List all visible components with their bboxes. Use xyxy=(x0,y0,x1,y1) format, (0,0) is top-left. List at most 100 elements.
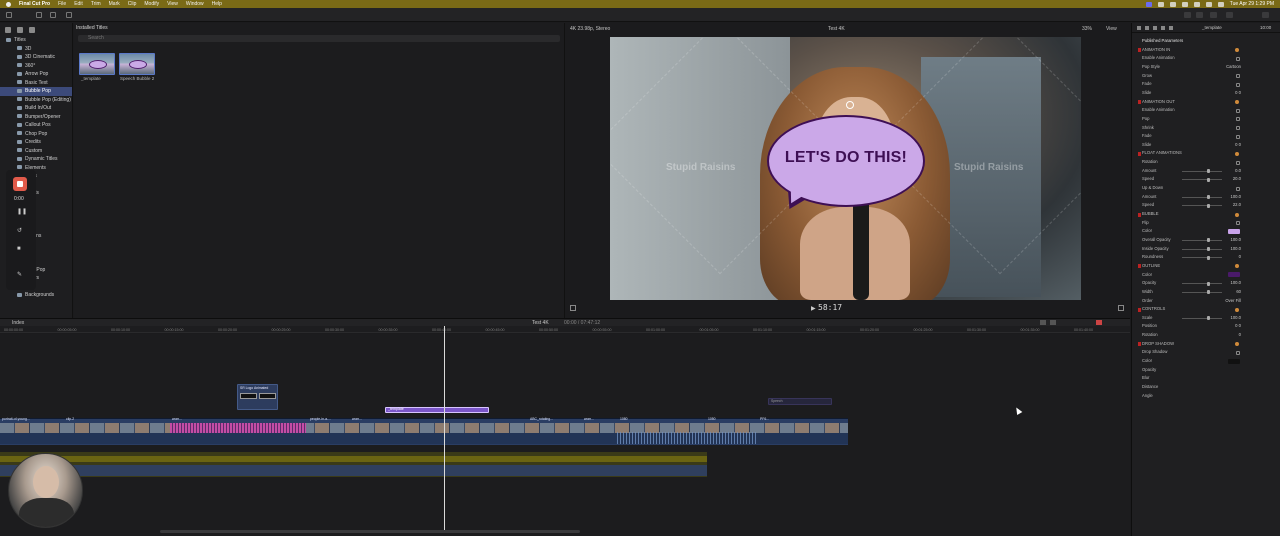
parameter-value[interactable]: 60 xyxy=(1236,288,1241,297)
tree-item[interactable]: Backgrounds xyxy=(0,291,72,300)
timeline-ruler[interactable]: 00:00:00:00 00:00:05:00 00:00:10:00 00:00:1… xyxy=(0,326,1130,333)
parameter-checkbox[interactable] xyxy=(1236,350,1240,355)
playhead[interactable] xyxy=(444,326,445,531)
title-thumbnail-template[interactable] xyxy=(79,53,115,75)
browser-toggle-icon[interactable] xyxy=(1184,12,1191,18)
parameter-value[interactable]: 0 xyxy=(1239,331,1241,340)
parameter-checkbox[interactable] xyxy=(1236,160,1240,165)
fullscreen-icon[interactable] xyxy=(1118,305,1124,311)
menu-file[interactable]: File xyxy=(58,1,66,7)
tree-item[interactable]: Titles xyxy=(0,36,72,45)
timeline-toggle-icon[interactable] xyxy=(1196,12,1203,18)
menu-help[interactable]: Help xyxy=(212,1,222,7)
parameter-slider[interactable] xyxy=(1182,255,1222,260)
pause-icon[interactable]: ❚❚ xyxy=(17,208,27,215)
parameter-value[interactable]: 100.0 xyxy=(1231,279,1241,288)
reset-icon[interactable] xyxy=(1235,100,1239,105)
menu-edit[interactable]: Edit xyxy=(74,1,83,7)
title-connected-clip[interactable]: _template xyxy=(385,407,489,413)
video-frame[interactable]: Stupid Raisins Stupid Raisins LET'S DO T… xyxy=(610,37,1081,300)
reset-icon[interactable] xyxy=(1235,48,1239,53)
parameter-checkbox[interactable] xyxy=(1236,56,1240,61)
view-menu[interactable]: View xyxy=(1106,23,1117,35)
reset-icon[interactable] xyxy=(1235,342,1239,347)
parameter-checkbox[interactable] xyxy=(1236,82,1240,87)
parameter-value[interactable]: 0 xyxy=(1239,253,1241,262)
menu-clip[interactable]: Clip xyxy=(128,1,137,7)
draw-icon[interactable]: ✎ xyxy=(17,271,23,278)
tree-item[interactable]: 360° xyxy=(0,62,72,71)
screen-record-icon[interactable] xyxy=(1145,1,1152,7)
tree-item[interactable]: 3D xyxy=(0,45,72,54)
status-icon-2[interactable] xyxy=(1169,1,1176,7)
parameter-slider[interactable] xyxy=(1182,203,1222,208)
parameter-checkbox[interactable] xyxy=(1236,117,1240,122)
zoom-menu[interactable]: 33% xyxy=(1082,23,1092,35)
info-inspector-icon[interactable] xyxy=(1153,26,1157,30)
parameter-value[interactable]: 0.0 xyxy=(1235,167,1241,176)
color-swatch[interactable] xyxy=(1228,272,1240,278)
background-tasks-icon[interactable] xyxy=(66,12,72,18)
parameter-checkbox[interactable] xyxy=(1236,134,1240,139)
adjust-icon[interactable] xyxy=(1226,12,1233,18)
transform-handle[interactable] xyxy=(846,101,854,109)
speech-bubble-title[interactable]: LET'S DO THIS! xyxy=(767,115,925,216)
parameter-slider[interactable] xyxy=(1182,169,1222,174)
title-thumbnail-speech-bubble[interactable] xyxy=(119,53,155,75)
parameter-slider[interactable] xyxy=(1182,281,1222,286)
share-icon[interactable] xyxy=(1262,12,1269,18)
key-icon[interactable] xyxy=(36,12,42,18)
music-track[interactable] xyxy=(0,452,707,477)
inspector-toggle-icon[interactable] xyxy=(1210,12,1217,18)
tree-item[interactable]: Arrow Pop xyxy=(0,70,72,79)
skimming-icon[interactable] xyxy=(1096,320,1102,325)
logo-connected-clip[interactable]: SR Logo Animated xyxy=(237,384,278,410)
parameter-value[interactable]: 0 0 xyxy=(1235,141,1241,150)
parameter-slider[interactable] xyxy=(1182,177,1222,182)
restart-icon[interactable]: ↺ xyxy=(17,227,23,234)
reset-icon[interactable] xyxy=(1235,212,1239,217)
trash-icon[interactable]: ■ xyxy=(17,246,23,252)
zoom-icon[interactable] xyxy=(1050,320,1056,325)
reset-icon[interactable] xyxy=(1235,307,1239,312)
parameter-checkbox[interactable] xyxy=(1236,74,1240,79)
timeline-scrollbar[interactable] xyxy=(160,530,580,533)
generator-inspector-icon[interactable] xyxy=(1169,26,1173,30)
menu-view[interactable]: View xyxy=(167,1,178,7)
parameter-value[interactable]: 0 0 xyxy=(1235,89,1241,98)
parameter-value[interactable]: 22.0 xyxy=(1233,201,1241,210)
tree-item[interactable]: Dynamic Titles xyxy=(0,155,72,164)
parameter-checkbox[interactable] xyxy=(1236,221,1240,226)
status-icon-3[interactable] xyxy=(1181,1,1188,7)
apple-menu-icon[interactable] xyxy=(6,1,11,7)
clock[interactable]: Tue Apr 29 1:29 PM xyxy=(1230,1,1274,7)
search-input[interactable]: Search xyxy=(78,35,560,42)
audio-inspector-icon[interactable] xyxy=(1145,26,1149,30)
tree-item[interactable]: Chop Pop xyxy=(0,130,72,139)
tree-item[interactable]: Credits xyxy=(0,138,72,147)
parameter-value[interactable]: 0 0 xyxy=(1235,322,1241,331)
control-center-icon[interactable] xyxy=(1217,1,1224,7)
parameter-value[interactable]: 100.0 xyxy=(1231,236,1241,245)
app-menu[interactable]: Final Cut Pro xyxy=(19,1,50,7)
speech-connected-clip[interactable]: Speech xyxy=(768,398,832,405)
parameter-value[interactable]: 100.0 xyxy=(1231,245,1241,254)
search-icon[interactable] xyxy=(1205,1,1212,7)
clip-appearance-icon[interactable] xyxy=(1040,320,1046,325)
parameter-value[interactable]: Cartoon xyxy=(1226,63,1241,72)
tree-item[interactable]: Bubble Pop (Editing) xyxy=(0,96,72,105)
parameter-checkbox[interactable] xyxy=(1236,126,1240,130)
color-inspector-icon[interactable] xyxy=(1161,26,1165,30)
tree-item[interactable]: Bumper/Opener xyxy=(0,113,72,122)
wifi-icon[interactable] xyxy=(1193,1,1200,7)
stop-record-button[interactable] xyxy=(13,177,27,191)
menu-modify[interactable]: Modify xyxy=(144,1,159,7)
parameter-value[interactable]: 100.0 xyxy=(1231,193,1241,202)
transform-tool-icon[interactable] xyxy=(570,305,576,311)
parameter-slider[interactable] xyxy=(1182,247,1222,252)
menu-mark[interactable]: Mark xyxy=(109,1,120,7)
parameter-slider[interactable] xyxy=(1182,290,1222,295)
tree-item[interactable]: Build In/Out xyxy=(0,104,72,113)
tree-item[interactable]: Bubble Pop xyxy=(0,87,72,96)
color-swatch[interactable] xyxy=(1228,358,1240,364)
